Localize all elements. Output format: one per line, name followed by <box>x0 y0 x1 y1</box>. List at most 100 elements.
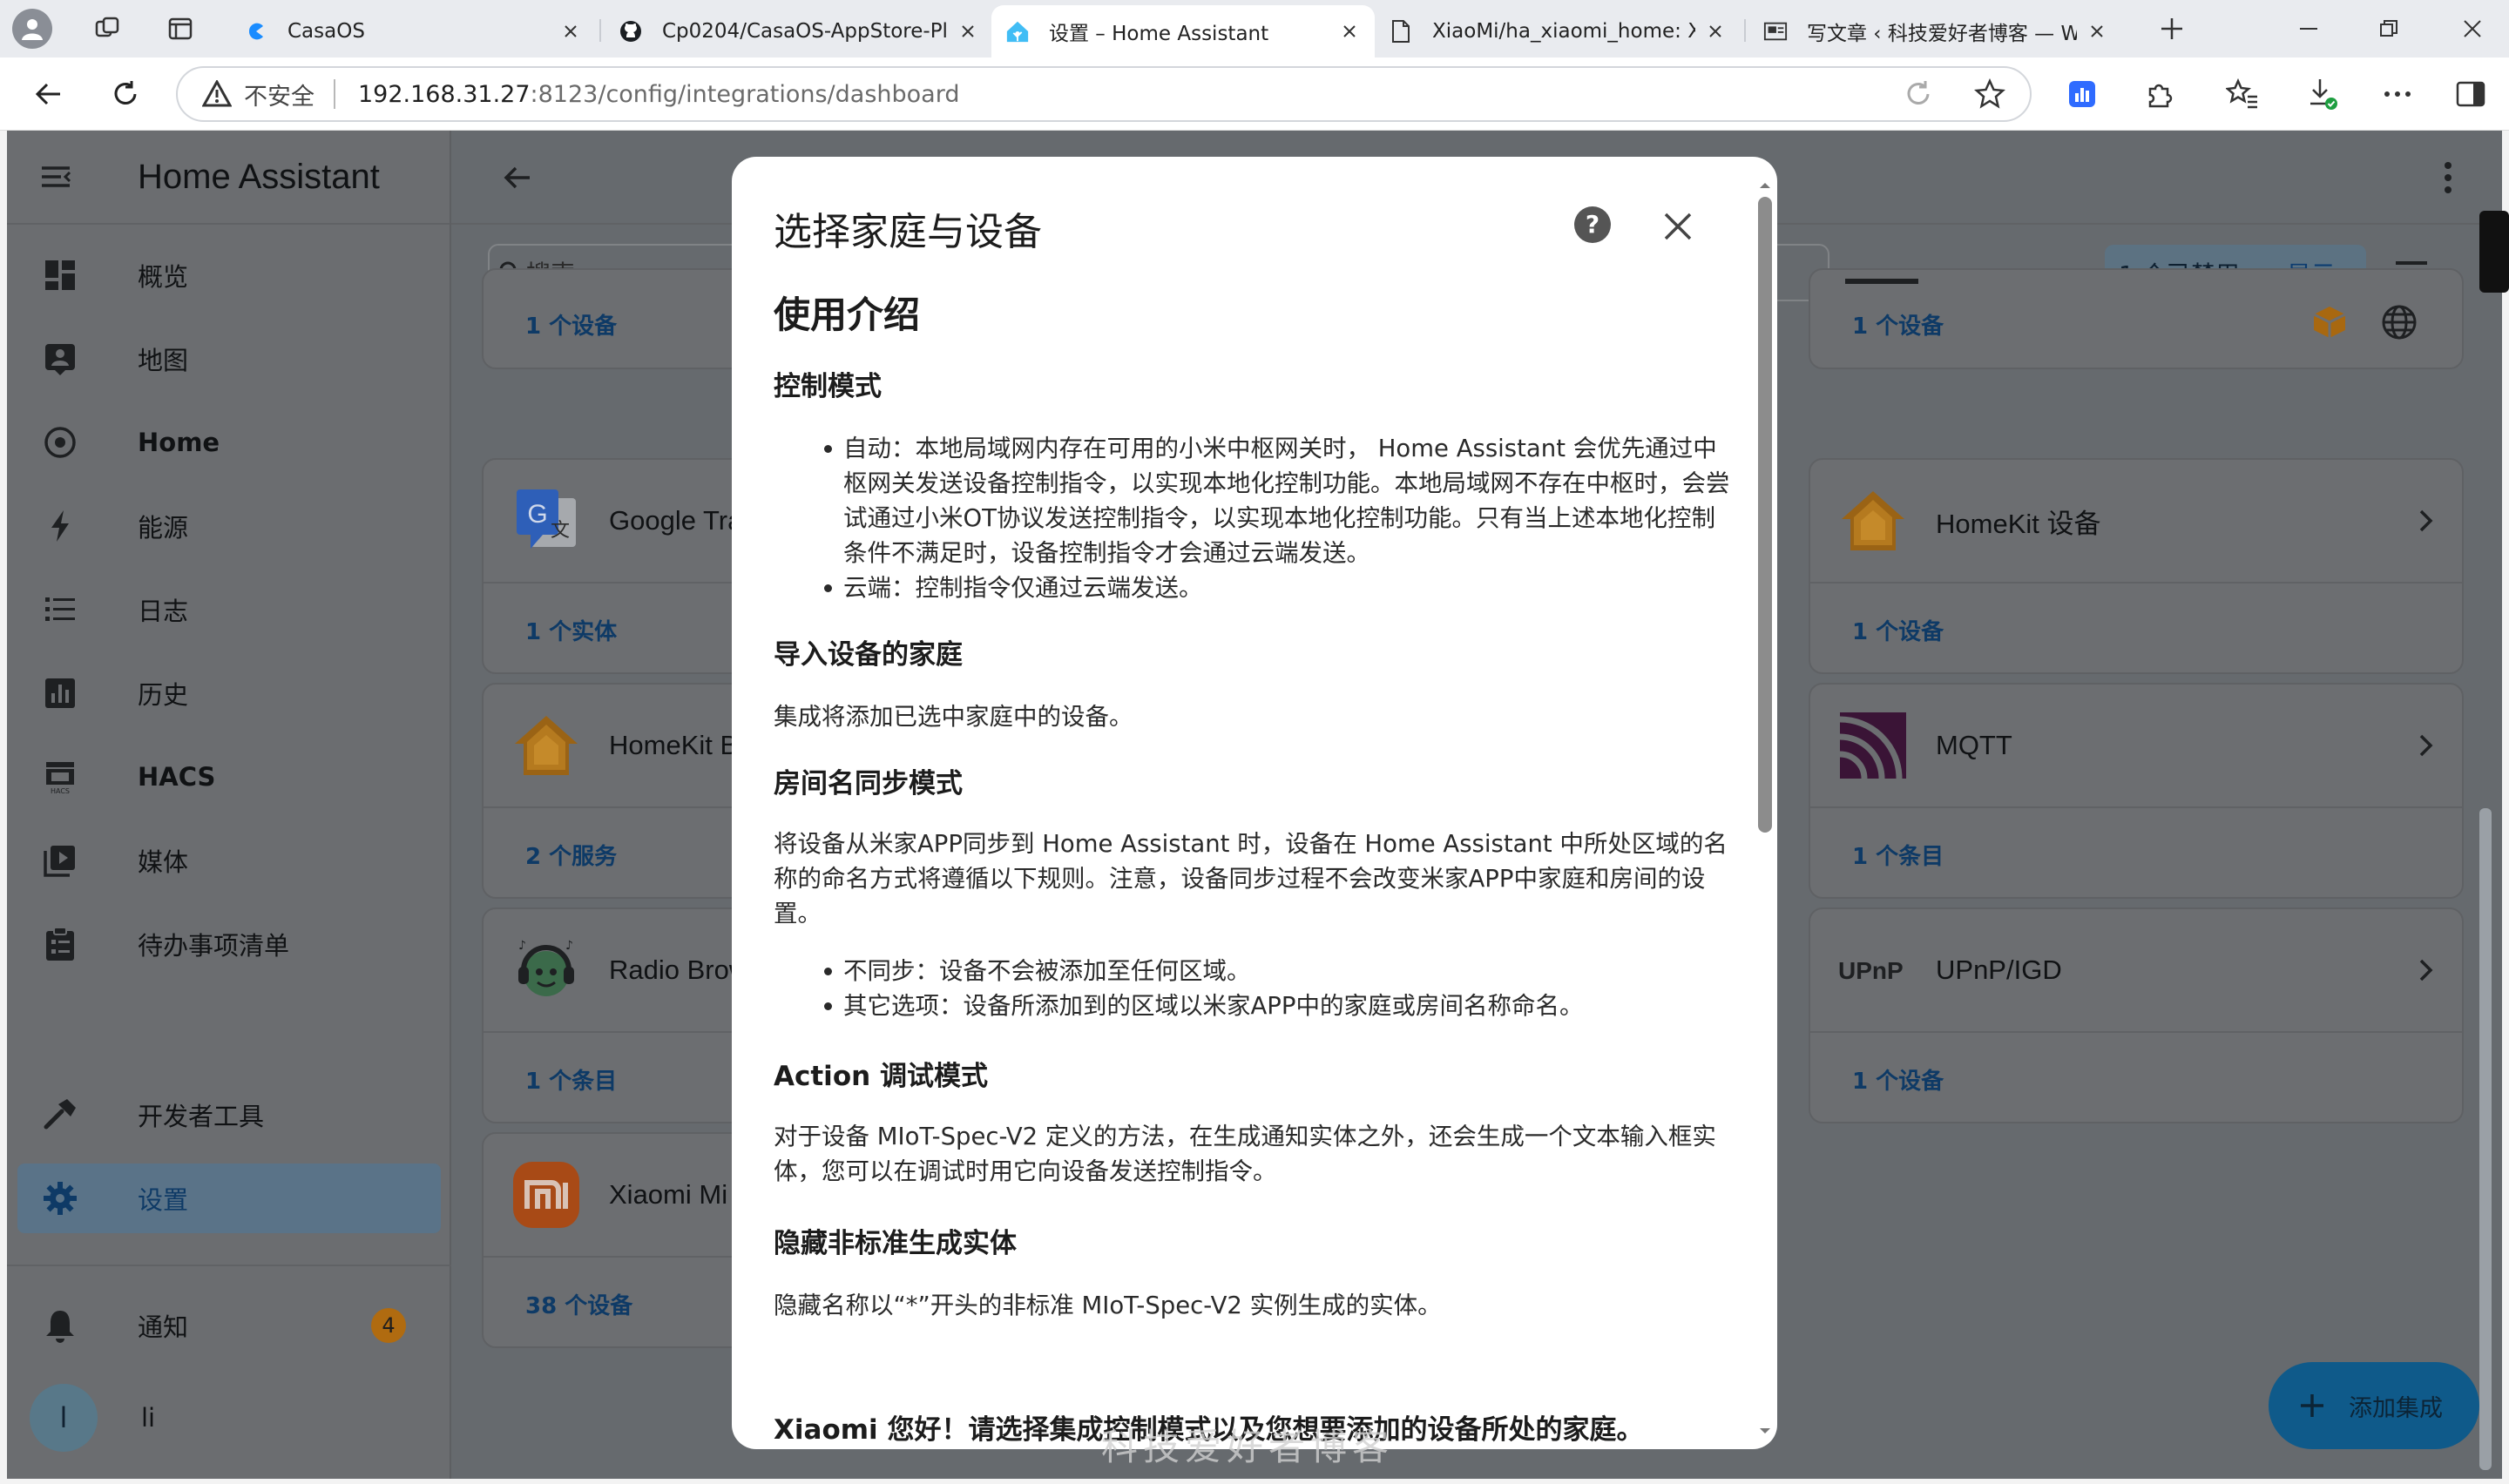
screen-edge-widget <box>2479 211 2509 293</box>
card-entries-link[interactable]: 1 个条目 <box>1852 839 1944 871</box>
sidebar-item-map[interactable]: 地图 <box>17 324 441 394</box>
refresh-icon[interactable] <box>105 73 146 115</box>
overflow-menu-icon[interactable] <box>2431 159 2465 197</box>
card-services-link[interactable]: 2 个服务 <box>525 839 617 871</box>
chart-icon <box>40 673 80 713</box>
tab-casaos[interactable]: CasaOS <box>230 5 596 57</box>
hammer-icon <box>40 1095 80 1135</box>
integration-card-homekit-device[interactable]: HomeKit 设备 1 个设备 <box>1809 458 2464 674</box>
favorites-list-icon[interactable] <box>2223 75 2262 113</box>
profile-avatar[interactable] <box>12 9 52 49</box>
close-icon[interactable] <box>1660 209 1695 244</box>
user-avatar: l <box>30 1384 98 1452</box>
warning-icon[interactable] <box>202 80 232 108</box>
tab-separator <box>1744 19 1746 42</box>
select-home-devices-dialog: 选择家庭与设备 ? 使用介绍 控制模式 自动：本地局域网内存在可用的小米中枢网关… <box>732 157 1777 1449</box>
media-icon <box>40 840 80 880</box>
sidebar-item-label: HACS <box>138 762 216 792</box>
person-icon <box>22 19 43 40</box>
url-host: 192.168.31.27 <box>358 80 531 108</box>
sidebar-item-developer-tools[interactable]: 开发者工具 <box>17 1080 441 1150</box>
intro-heading-text: 使用介绍 <box>774 293 921 336</box>
svg-text:♪: ♪ <box>565 939 573 953</box>
sidebar-item-media[interactable]: 媒体 <box>17 826 441 895</box>
card-entries-link[interactable]: 1 个条目 <box>525 1063 617 1096</box>
close-tab-icon[interactable] <box>1704 20 1727 43</box>
chevron-right-icon[interactable] <box>2411 507 2439 535</box>
workspaces-icon[interactable] <box>91 12 124 45</box>
back-arrow-icon[interactable] <box>500 160 535 195</box>
sidebar-item-home[interactable]: Home <box>17 408 441 477</box>
sidebar-item-energy[interactable]: 能源 <box>17 491 441 561</box>
add-integration-label: 添加集成 <box>2349 1394 2443 1422</box>
tab-github-appstore[interactable]: Cp0204/CasaOS-AppStore-Pla <box>605 5 993 57</box>
card-devices-link[interactable]: 1 个设备 <box>1852 614 1944 646</box>
security-label[interactable]: 不安全 <box>244 78 314 111</box>
new-tab-icon[interactable] <box>2155 12 2188 45</box>
sidebar-item-todo[interactable]: 待办事项清单 <box>17 909 441 979</box>
casaos-favicon-icon <box>244 19 268 44</box>
url-bar[interactable]: 不安全 192.168.31.27:8123/config/integratio… <box>176 66 2032 122</box>
tab-actions-icon[interactable] <box>164 12 197 45</box>
sidebar-header: Home Assistant <box>7 131 450 225</box>
minimize-icon[interactable] <box>2282 9 2335 49</box>
sidebar-toggle-icon[interactable] <box>2452 75 2490 113</box>
close-tab-icon[interactable] <box>559 20 582 43</box>
back-arrow-icon[interactable] <box>28 73 70 115</box>
sidebar-item-user[interactable]: l li <box>17 1374 441 1461</box>
google-translate-icon: G文 <box>510 484 583 557</box>
help-icon[interactable]: ? <box>1572 204 1613 246</box>
restore-icon[interactable] <box>2363 9 2415 49</box>
more-menu-icon[interactable] <box>2378 75 2417 113</box>
action-debug-text: 对于设备 MIoT-Spec-V2 定义的方法，在生成通知实体之外，还会生成一个… <box>774 1123 1716 1185</box>
card-entities-link[interactable]: 1 个实体 <box>525 614 617 646</box>
add-integration-button[interactable]: 添加集成 <box>2269 1362 2479 1449</box>
extension-chart-icon[interactable] <box>2063 75 2101 113</box>
close-tab-icon[interactable] <box>957 20 979 43</box>
sidebar-item-label: 历史 <box>138 680 189 710</box>
chevron-right-icon[interactable] <box>2411 732 2439 759</box>
favorite-star-icon[interactable] <box>1971 75 2009 113</box>
extensions-puzzle-icon[interactable] <box>2140 75 2178 113</box>
card-name: HomeKit B <box>609 730 739 760</box>
url-path: :8123/config/integrations/dashboard <box>530 80 960 108</box>
close-tab-icon[interactable] <box>1338 20 1361 43</box>
home-target-icon <box>40 422 80 462</box>
sidebar-item-logbook[interactable]: 日志 <box>17 575 441 644</box>
downloads-icon[interactable] <box>2303 75 2342 113</box>
card-devices-link[interactable]: 1 个设备 <box>1852 308 1944 341</box>
tab-blog-write[interactable]: 写文章 ‹ 科技爱好者博客 — W <box>1749 5 2122 57</box>
sidebar-item-hacs[interactable]: HACS HACS <box>17 742 441 812</box>
page-scrollbar[interactable] <box>2479 808 2492 1470</box>
tab-title: 写文章 ‹ 科技爱好者博客 — W <box>1807 23 2077 45</box>
integration-card-mqtt[interactable]: MQTT 1 个条目 <box>1809 683 2464 899</box>
read-aloud-icon[interactable] <box>1899 75 1938 113</box>
tab-xiaomi-github[interactable]: XiaoMi/ha_xiaomi_home: Xiao <box>1375 5 1741 57</box>
integration-card[interactable]: 1 个设备 <box>1809 268 2464 369</box>
card-name: MQTT <box>1936 730 2012 760</box>
card-devices-link[interactable]: 38 个设备 <box>525 1288 632 1320</box>
dialog-scrollbar-thumb[interactable] <box>1758 197 1772 833</box>
tab-title: Cp0204/CasaOS-AppStore-Pla <box>662 20 948 43</box>
bell-icon <box>40 1305 80 1346</box>
tab-home-assistant[interactable]: 设置 – Home Assistant <box>991 5 1375 57</box>
list-icon <box>40 590 80 630</box>
notification-count-badge: 4 <box>371 1308 406 1343</box>
radio-browser-icon: ♪ ♪ <box>510 934 583 1007</box>
close-window-icon[interactable] <box>2446 9 2499 49</box>
home-assistant-favicon-icon <box>1005 19 1030 44</box>
sidebar-item-overview[interactable]: 概览 <box>17 240 441 310</box>
sidebar-item-settings[interactable]: 设置 <box>17 1164 441 1233</box>
card-devices-link[interactable]: 1 个设备 <box>1852 1063 1944 1096</box>
svg-text:♪: ♪ <box>518 939 526 953</box>
menu-collapse-icon[interactable] <box>35 156 77 198</box>
ha-sidebar: Home Assistant 概览 地图 Home 能源 日志 历史 HACS <box>7 131 451 1479</box>
sidebar-item-label: 通知 <box>138 1312 189 1342</box>
chevron-right-icon[interactable] <box>2411 956 2439 984</box>
close-tab-icon[interactable] <box>2086 20 2108 43</box>
sidebar-item-history[interactable]: 历史 <box>17 658 441 728</box>
clipboard-icon <box>40 924 80 964</box>
sidebar-item-notifications[interactable]: 通知 4 <box>17 1291 441 1360</box>
card-devices-link[interactable]: 1 个设备 <box>525 308 617 341</box>
integration-card-upnp[interactable]: UPnP UPnP/IGD 1 个设备 <box>1809 907 2464 1123</box>
